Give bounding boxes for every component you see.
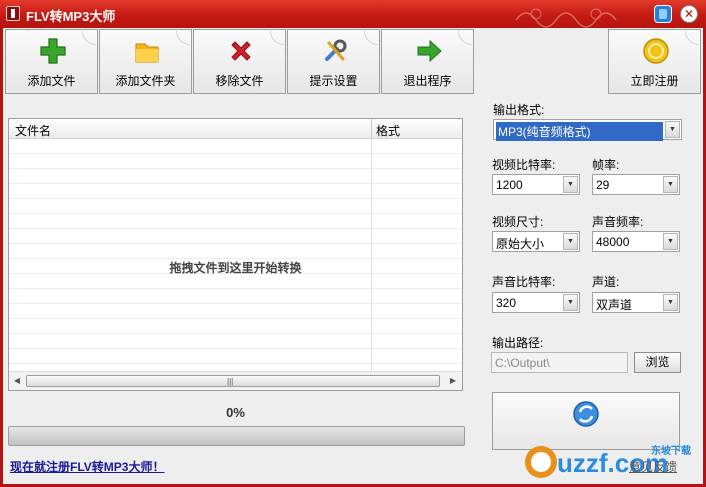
corner-decoration [458,31,472,45]
file-list-rows[interactable]: 拖拽文件到这里开始转换 [9,139,462,371]
add-folder-button[interactable]: 添加文件夹 [99,29,192,94]
audio-rate-value: 48000 [596,235,630,249]
corner-decoration [364,31,378,45]
audio-bitrate-select[interactable]: 320 ▼ [492,292,580,313]
progress-percent: 0% [226,405,245,420]
chevron-down-icon[interactable]: ▼ [663,294,678,311]
register-link[interactable]: 现在就注册FLV转MP3大师！ [10,458,164,475]
add-folder-label: 添加文件夹 [115,74,176,88]
scroll-thumb[interactable]: ||| [26,375,440,387]
exit-label: 退出程序 [403,74,452,88]
chevron-down-icon[interactable]: ▼ [663,233,678,250]
chevron-down-icon[interactable]: ▼ [663,176,678,193]
video-size-select[interactable]: 原始大小 ▼ [492,231,580,252]
add-file-label: 添加文件 [27,74,76,88]
corner-decoration [176,31,190,45]
progress-bar [8,426,465,446]
chevron-down-icon[interactable]: ▼ [563,233,578,250]
settings-label: 提示设置 [309,74,358,88]
file-list[interactable]: 文件名 格式 拖拽文件到这里开始转换 ◀ ||| ▶ [8,118,463,391]
remove-file-button[interactable]: 移除文件 [193,29,286,94]
feedback-link[interactable]: 意见反馈 [629,458,677,475]
framerate-select[interactable]: 29 ▼ [592,174,680,195]
corner-decoration [685,31,699,45]
settings-button[interactable]: 提示设置 [287,29,380,94]
video-bitrate-value: 1200 [496,178,523,192]
channel-value: 双声道 [596,298,633,312]
audio-rate-select[interactable]: 48000 ▼ [592,231,680,252]
register-button[interactable]: 立即注册 [608,29,701,94]
coin-icon [643,38,669,64]
video-bitrate-label: 视频比特率: [492,158,556,172]
video-size-label: 视频尺寸: [492,215,544,229]
output-format-label: 输出格式: [493,103,545,117]
output-path-field[interactable]: C:\Output\ [491,352,628,373]
convert-icon [573,401,599,427]
drop-hint: 拖拽文件到这里开始转换 [169,261,302,275]
channel-select[interactable]: 双声道 ▼ [592,292,680,313]
column-divider [371,139,372,371]
framerate-value: 29 [596,178,610,192]
title-bar[interactable]: FLV转MP3大师 ✕ [0,0,706,28]
register-label: 立即注册 [630,74,679,88]
output-path-label: 输出路径: [492,336,544,350]
output-format-value: MP3(纯音频格式) [496,122,663,141]
file-list-header: 文件名 格式 [9,119,462,139]
scroll-left-icon[interactable]: ◀ [11,375,23,387]
exit-button[interactable]: 退出程序 [381,29,474,94]
chevron-down-icon[interactable]: ▼ [563,176,578,193]
framerate-label: 帧率: [592,158,620,172]
watermark-subtext: 东坡下载 [651,444,691,457]
column-header-name[interactable]: 文件名 [15,122,51,139]
skin-icon[interactable] [654,5,672,23]
audio-rate-label: 声音频率: [592,215,644,229]
corner-decoration [270,31,284,45]
close-button[interactable]: ✕ [680,5,698,23]
browse-button[interactable]: 浏览 [634,352,681,373]
chevron-down-icon[interactable]: ▼ [563,294,578,311]
chevron-down-icon[interactable]: ▼ [665,121,680,138]
plus-icon [40,38,66,64]
window-title: FLV转MP3大师 [26,9,116,24]
channel-label: 声道: [592,275,620,289]
main-panel: 添加文件 添加文件夹 移除文件 提示设置 退出程序 立即注册 文件名 格式 拖拽… [3,28,703,484]
app-icon [6,6,20,21]
remove-file-label: 移除文件 [215,74,264,88]
video-size-value: 原始大小 [496,237,545,251]
tools-icon [325,39,347,61]
column-separator[interactable] [371,119,372,139]
output-format-select[interactable]: MP3(纯音频格式) ▼ [493,119,682,141]
title-decoration [515,8,617,28]
grip-icon: ||| [227,377,234,386]
audio-bitrate-label: 声音比特率: [492,275,556,289]
delete-x-icon [231,41,251,61]
folder-icon [135,43,159,63]
app-window: FLV转MP3大师 ✕ 添加文件 添加文件夹 移除文件 提示设置 退出程序 立即… [0,0,706,487]
arrow-right-icon [417,39,442,63]
corner-decoration [82,31,96,45]
scroll-right-icon[interactable]: ▶ [447,375,459,387]
audio-bitrate-value: 320 [496,296,517,310]
video-bitrate-select[interactable]: 1200 ▼ [492,174,580,195]
horizontal-scrollbar[interactable]: ◀ ||| ▶ [9,371,462,390]
column-header-format[interactable]: 格式 [376,122,400,139]
add-file-button[interactable]: 添加文件 [5,29,98,94]
